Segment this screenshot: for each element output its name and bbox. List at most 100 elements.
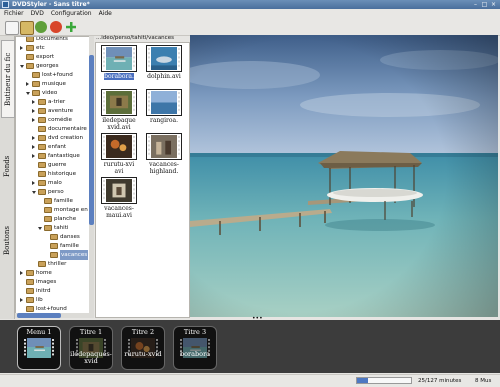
folder-icon — [26, 54, 34, 60]
folder-icon — [38, 162, 46, 168]
toolbar — [0, 19, 500, 36]
folder-icon — [38, 171, 46, 177]
video-thumbnail — [101, 45, 137, 72]
title-file-label: iledepaques-xvid — [70, 350, 112, 365]
capacity-fill — [357, 378, 368, 383]
menu-fichier[interactable]: Fichier — [4, 9, 24, 19]
tab-backgrounds[interactable]: Fonds — [1, 146, 13, 186]
folder-icon — [50, 243, 58, 249]
video-thumbnail — [146, 45, 182, 72]
new-project-icon[interactable] — [5, 21, 19, 35]
folder-icon — [50, 252, 58, 258]
menu-preview-canvas[interactable] — [190, 35, 498, 317]
app-icon — [2, 1, 9, 8]
folder-icon — [44, 216, 52, 222]
collapse-arrow-icon[interactable] — [38, 227, 42, 230]
menu-title-label: Titre 3 — [183, 328, 207, 336]
add-file-icon[interactable] — [65, 21, 77, 33]
folder-icon — [50, 234, 58, 240]
file-thumbnails: borabora. dolphin.avi iledepaque xvid.avi r… — [95, 42, 190, 318]
video-thumbnail — [101, 89, 137, 116]
menu-dvd[interactable]: DVD — [31, 9, 44, 19]
collapse-arrow-icon[interactable] — [32, 191, 36, 194]
video-thumbnail — [146, 89, 182, 116]
tab-file-browser[interactable]: Butineur du fic — [1, 40, 15, 118]
folder-icon — [38, 144, 46, 150]
tree-hscroll-thumb[interactable] — [17, 313, 61, 318]
minimize-button[interactable]: – — [472, 1, 479, 8]
status-bar: 25/127 minutes 8 Mus — [0, 374, 500, 387]
title-item[interactable]: Titre 3 borabora — [173, 326, 217, 370]
expand-arrow-icon[interactable] — [32, 145, 35, 149]
menu-configuration[interactable]: Configuration — [51, 9, 92, 19]
dvd-capacity-bar — [356, 377, 412, 384]
collapse-arrow-icon[interactable] — [20, 65, 24, 68]
folder-icon — [26, 288, 34, 294]
folder-icon — [38, 189, 46, 195]
folder-icon — [38, 99, 46, 105]
folder-icon — [44, 225, 52, 231]
collapse-arrow-icon[interactable] — [26, 92, 30, 95]
title-bar: DVDStyler - Sans titre* – □ × — [0, 0, 500, 9]
title-file-label: borabora — [179, 350, 211, 358]
menu-title-label: Titre 2 — [131, 328, 155, 336]
folder-icon — [32, 81, 40, 87]
folder-icon — [38, 117, 46, 123]
title-item[interactable]: Titre 1 iledepaques-xvid — [69, 326, 113, 370]
menu-aide[interactable]: Aide — [99, 9, 112, 19]
file-name: dolphin.avi — [147, 73, 181, 80]
browser-path: ...ideo/perso/tahiti/vacances — [96, 35, 174, 41]
folder-icon — [44, 198, 52, 204]
close-button[interactable]: × — [490, 1, 497, 8]
maximize-button[interactable]: □ — [481, 1, 488, 8]
burn-dvd-icon[interactable] — [50, 21, 62, 33]
expand-arrow-icon[interactable] — [32, 100, 35, 104]
folder-icon — [38, 126, 46, 132]
file-name: iledepaque xvid.avi — [102, 117, 136, 131]
file-name: vacances- highland. — [149, 161, 179, 175]
expand-arrow-icon[interactable] — [32, 136, 35, 140]
file-name: rangiroa. — [149, 117, 179, 124]
folder-icon — [32, 90, 40, 96]
window-title: DVDStyler - Sans titre* — [12, 1, 90, 8]
file-name: rurutu-xvi avi — [103, 161, 135, 175]
duration-status: 25/127 minutes — [418, 378, 462, 384]
side-tabs: Butineur du fic Fonds Boutons — [0, 36, 15, 319]
expand-arrow-icon[interactable] — [32, 118, 35, 122]
menu-item[interactable]: Menu 1 — [17, 326, 61, 370]
folder-icon — [26, 37, 34, 42]
video-thumbnail — [101, 177, 137, 204]
tab-buttons[interactable]: Boutons — [1, 216, 13, 266]
save-project-icon[interactable] — [35, 21, 47, 33]
folder-icon — [26, 297, 34, 303]
folder-icon — [38, 135, 46, 141]
file-name: borabora. — [104, 73, 134, 80]
expand-arrow-icon[interactable] — [32, 154, 35, 158]
folder-icon — [38, 153, 46, 159]
file-name: vacances- maui.avi — [104, 205, 134, 219]
directory-tree[interactable]: Documents etc export georges lost+found musiq… — [15, 36, 91, 315]
title-file-label: rurutu-xvid — [124, 350, 162, 358]
video-thumbnail — [146, 133, 182, 160]
folder-icon — [38, 108, 46, 114]
menu-title-label: Titre 1 — [79, 328, 103, 336]
folder-icon — [26, 279, 34, 285]
menu-title-label: Menu 1 — [26, 328, 52, 336]
folder-icon — [32, 72, 40, 78]
open-project-icon[interactable] — [20, 21, 34, 35]
expand-arrow-icon[interactable] — [32, 181, 35, 185]
expand-arrow-icon[interactable] — [20, 46, 23, 50]
title-item[interactable]: Titre 2 rurutu-xvid — [121, 326, 165, 370]
folder-icon — [26, 270, 34, 276]
folder-icon — [38, 261, 46, 267]
folder-icon — [26, 45, 34, 51]
expand-arrow-icon[interactable] — [32, 109, 35, 113]
menu-titles-strip: Menu 1 Titre 1 iledepaques-xvid Titre 2 ruru… — [0, 320, 500, 373]
expand-arrow-icon[interactable] — [26, 82, 29, 86]
expand-arrow-icon[interactable] — [20, 298, 23, 302]
folder-icon — [44, 207, 52, 213]
folder-icon — [38, 180, 46, 186]
menu-thumbnail — [23, 337, 55, 359]
tree-scroll-thumb[interactable] — [89, 55, 94, 225]
expand-arrow-icon[interactable] — [20, 271, 23, 275]
